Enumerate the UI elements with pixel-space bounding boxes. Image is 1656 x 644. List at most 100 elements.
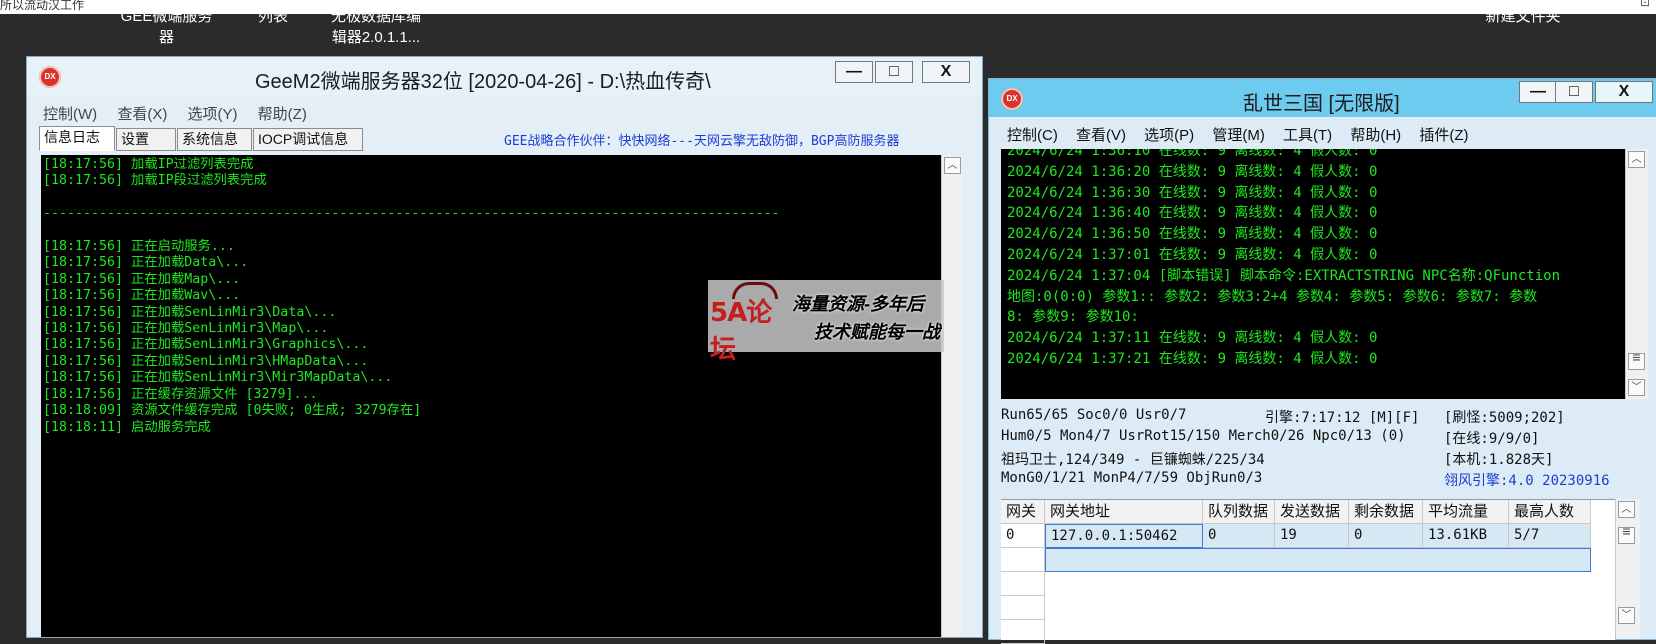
log-line: 2024/6/24 1:37:04 [脚本错误] 脚本命令:EXTRACTSTR… [1007, 267, 1561, 284]
desktop-icon-new-folder[interactable]: 新建文件夹 [1468, 6, 1578, 27]
desktop-label-line: 新建文件夹 [1485, 8, 1561, 25]
menu-bar: 控制(C) 查看(V) 选项(P) 管理(M) 工具(T) 帮助(H) 插件(Z… [1007, 124, 1485, 145]
log-line: 2024/6/24 1:36:20 在线数: 9 离线数: 4 假人数: 0 [1007, 163, 1378, 180]
maximize-button[interactable]: □ [1555, 81, 1593, 103]
desktop-label-line: 列表 [257, 8, 288, 25]
log-line: [18:17:56] 正在加载Wav\... [43, 288, 241, 304]
menu-bar: 控制(W) 查看(X) 选项(Y) 帮助(Z) [43, 103, 323, 124]
log-line: [18:17:56] 正在加载SenLinMir3\Data\... [43, 304, 337, 320]
status-monster: 祖玛卫士,124/349 - 巨镰蜘蛛/225/34 [1001, 452, 1265, 468]
title-bar[interactable]: DX GeeM2微端服务器32位 [2020-04-26] - D:\热血传奇\… [27, 57, 982, 95]
close-button[interactable]: X [922, 61, 970, 83]
grid-header[interactable]: 平均流量 [1423, 500, 1509, 524]
scroll-up-icon[interactable]: ︿ [1628, 151, 1645, 168]
watermark-line-2: 技术赋能每一战 [814, 322, 940, 342]
menu-options[interactable]: 选项(P) [1144, 127, 1194, 144]
scroll-up-icon[interactable]: ︿ [944, 157, 961, 174]
log-line: 2024/6/24 1:36:50 在线数: 9 离线数: 4 假人数: 0 [1007, 226, 1378, 243]
menu-options[interactable]: 选项(Y) [188, 106, 238, 123]
vertical-scrollbar[interactable]: ︿ [941, 155, 962, 637]
grid-header[interactable]: 剩余数据 [1349, 500, 1423, 524]
game-server-window: DX 乱世三国 [无限版] — □ X 控制(C) 查看(V) 选项(P) 管理… [988, 78, 1656, 644]
minimize-button[interactable]: — [835, 61, 873, 83]
table-cell[interactable]: 127.0.0.1:50462 [1045, 524, 1203, 548]
scroll-down-icon[interactable]: ﹀ [1628, 379, 1645, 396]
log-lines: 2024/6/24 1:36:10 在线数: 9 离线数: 4 假人数: 0 20… [1007, 149, 1560, 370]
partner-banner[interactable]: GEE战略合作伙伴：快快网络---天网云擎无敌防御，BGP高防服务器 [504, 130, 982, 149]
status-run: Run65/65 Soc0/0 Usr0/7 [1001, 407, 1187, 423]
empty-cell[interactable] [1001, 620, 1045, 644]
vertical-scrollbar[interactable]: ︿ ≡ ﹀ [1625, 149, 1648, 399]
log-line: [18:17:56] 正在启动服务... [43, 239, 235, 255]
desktop-icon-gee-server[interactable]: GEE微端服务 器 [104, 6, 229, 48]
menu-view[interactable]: 查看(X) [117, 106, 167, 123]
minimize-button[interactable]: — [1519, 81, 1557, 103]
log-line: ----------------------------------------… [43, 206, 780, 222]
menu-help[interactable]: 帮助(H) [1350, 127, 1401, 144]
table-cell[interactable]: 0 [1001, 524, 1045, 548]
log-line: [18:17:56] 加载IP段过滤列表完成 [43, 173, 267, 189]
title-bar[interactable]: DX 乱世三国 [无限版] — □ X [989, 79, 1656, 117]
watermark-line-1: 海量资源-多年后 [792, 294, 924, 314]
log-line: [18:17:56] 正在加载Data\... [43, 255, 249, 271]
desktop-icon-db-editor[interactable]: 无极数据库编 辑器2.0.1.1... [313, 6, 439, 48]
grid-header[interactable]: 最高人数 [1509, 500, 1591, 524]
maximize-button[interactable]: □ [875, 61, 913, 83]
log-line: 2024/6/24 1:36:10 在线数: 9 离线数: 4 假人数: 0 [1007, 149, 1378, 159]
scroll-down-icon[interactable]: ﹀ [1618, 607, 1635, 624]
empty-cell[interactable] [1001, 596, 1045, 620]
log-line: [18:17:56] 正在加载Map\... [43, 271, 241, 287]
desktop-label-line: GEE微端服务 [120, 8, 213, 25]
empty-cell[interactable] [1001, 572, 1045, 596]
log-line: [18:18:11] 启动服务完成 [43, 419, 211, 435]
grid-header[interactable]: 队列数据 [1203, 500, 1275, 524]
log-line: [18:17:56] 正在加载SenLinMir3\Mir3MapData\..… [43, 370, 393, 386]
grid-header[interactable]: 网关 [1001, 500, 1045, 524]
log-line: 地图:0(0:0) 参数1:: 参数2: 参数3:2+4 参数4: 参数5: 参… [1007, 288, 1538, 305]
forum-watermark: 5A论坛 海量资源-多年后 技术赋能每一战 [708, 280, 944, 365]
table-cell[interactable]: 13.61KB [1423, 524, 1509, 548]
log-console[interactable]: 2024/6/24 1:36:10 在线数: 9 离线数: 4 假人数: 0 20… [1001, 149, 1647, 399]
menu-view[interactable]: 查看(V) [1076, 127, 1126, 144]
local-uptime: [本机:1.828天] [1444, 452, 1554, 468]
grid-scrollbar[interactable]: ︿ ≡ ﹀ [1615, 499, 1640, 639]
app-logo-icon: DX [1001, 88, 1023, 110]
log-line: [18:17:56] 正在加载SenLinMir3\Graphics\... [43, 337, 369, 353]
log-line: [18:17:56] 正在缓存资源文件 [3279]... [43, 386, 318, 402]
gateway-grid: 网关 网关地址 队列数据 发送数据 剩余数据 平均流量 最高人数 0 127.0… [1001, 499, 1615, 644]
scroll-thumb-grip-icon[interactable]: ≡ [1618, 524, 1635, 544]
tab-settings[interactable]: 设置 [116, 128, 176, 151]
tab-iocp-debug[interactable]: IOCP调试信息 [253, 128, 363, 151]
close-button[interactable]: X [1595, 81, 1653, 103]
window-title: 乱世三国 [无限版] [1243, 93, 1400, 115]
table-cell[interactable]: 5/7 [1509, 524, 1591, 548]
desktop-label-line: 器 [158, 29, 174, 46]
menu-tools[interactable]: 工具(T) [1283, 127, 1332, 144]
restore-icon[interactable]: ⊡ [1640, 0, 1650, 9]
log-line: [18:17:56] 加载IP过滤列表完成 [43, 157, 254, 172]
empty-cell[interactable] [1001, 548, 1045, 572]
online-status: [在线:9/9/0] [1444, 431, 1540, 447]
scroll-up-icon[interactable]: ︿ [1618, 501, 1635, 518]
forum-logo: 5A论坛 [710, 282, 788, 365]
selected-row[interactable] [1045, 548, 1591, 572]
log-console[interactable]: [18:17:56] 加载IP过滤列表完成 [18:17:56] 加载IP段过滤列… [41, 155, 961, 637]
menu-plugins[interactable]: 插件(Z) [1419, 127, 1468, 144]
table-cell[interactable]: 19 [1275, 524, 1349, 548]
engine-version: 翎风引擎:4.0 20230916 [1444, 473, 1610, 489]
table-cell[interactable]: 0 [1349, 524, 1423, 548]
desktop-icon-list[interactable]: 列表 [238, 6, 308, 27]
menu-help[interactable]: 帮助(Z) [258, 106, 307, 123]
tab-system-info[interactable]: 系统信息 [177, 128, 252, 151]
app-logo-icon: DX [39, 66, 61, 88]
menu-manage[interactable]: 管理(M) [1212, 127, 1265, 144]
grid-header[interactable]: 网关地址 [1045, 500, 1203, 524]
menu-control[interactable]: 控制(C) [1007, 127, 1058, 144]
scroll-thumb-grip-icon[interactable]: ≡ [1628, 350, 1645, 370]
table-cell[interactable]: 0 [1203, 524, 1275, 548]
menu-control[interactable]: 控制(W) [43, 106, 97, 123]
tab-info-log[interactable]: 信息日志 [39, 126, 115, 151]
grid-header[interactable]: 发送数据 [1275, 500, 1349, 524]
log-line: 2024/6/24 1:36:40 在线数: 9 离线数: 4 假人数: 0 [1007, 205, 1378, 222]
